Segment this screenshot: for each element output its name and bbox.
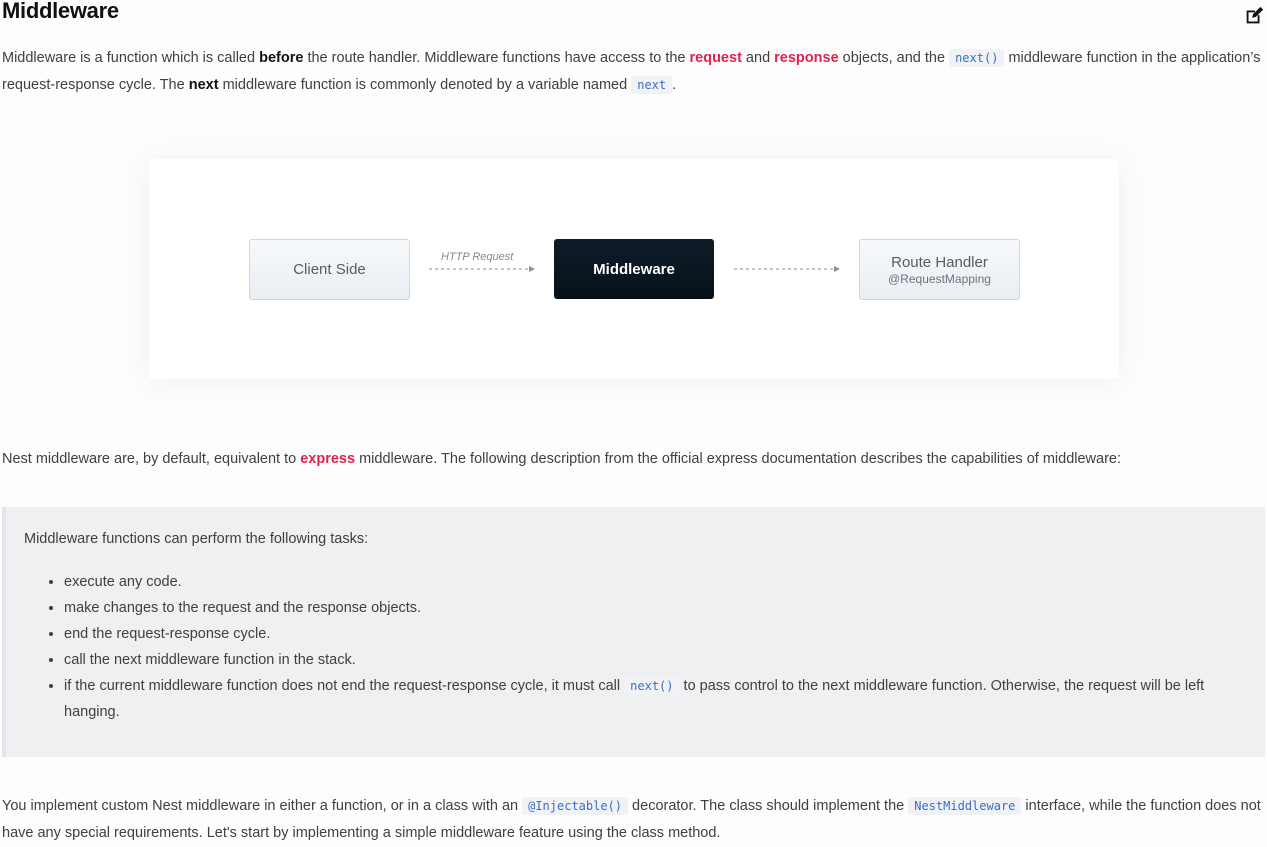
express-link[interactable]: express <box>300 451 355 467</box>
http-request-label: HTTP Request <box>441 251 514 263</box>
doc-page: Middleware Middleware is a function whic… <box>0 0 1267 843</box>
quote-lead: Middleware functions can perform the fol… <box>24 531 369 547</box>
inline-code-next: next <box>631 76 673 94</box>
text: if the current middleware function does … <box>64 678 625 694</box>
request-mapping-label: @RequestMapping <box>888 271 991 286</box>
list-item: execute any code. <box>64 569 1244 595</box>
custom-middleware-paragraph: You implement custom Nest middleware in … <box>2 793 1264 847</box>
response-link[interactable]: response <box>774 50 838 66</box>
text: You implement custom Nest middleware in … <box>2 798 523 814</box>
page-title: Middleware <box>2 0 119 23</box>
text: objects, and the <box>838 50 950 66</box>
inline-code-nest-middleware: NestMiddleware <box>908 797 1022 815</box>
bold-next: next <box>188 77 219 93</box>
request-link[interactable]: request <box>690 50 742 66</box>
route-handler-box: Route Handler @RequestMapping <box>859 239 1020 300</box>
text: middleware. The following description fr… <box>355 451 1121 467</box>
client-side-label: Client Side <box>293 261 366 278</box>
list-item: call the next middleware function in the… <box>64 647 1244 673</box>
text: and <box>741 50 775 66</box>
bold-before: before <box>259 50 304 66</box>
inline-code-next-fn: next() <box>624 677 680 695</box>
intro-paragraph: Middleware is a function which is called… <box>2 45 1264 99</box>
text: Middleware is a function which is called <box>2 50 260 66</box>
inline-code-injectable: @Injectable() <box>522 797 629 815</box>
text: the route handler. Middleware functions … <box>303 50 690 66</box>
middleware-label: Middleware <box>593 260 675 278</box>
text: decorator. The class should implement th… <box>628 798 909 814</box>
list-item: end the request-response cycle. <box>64 621 1244 647</box>
client-side-box: Client Side <box>249 239 410 300</box>
list-item: if the current middleware function does … <box>64 673 1244 725</box>
edit-icon[interactable] <box>1243 5 1265 27</box>
list-item: make changes to the request and the resp… <box>64 595 1244 621</box>
text: . <box>672 77 677 93</box>
middleware-diagram: Client Side HTTP Request Middleware Rout… <box>149 159 1119 379</box>
task-list: execute any code. make changes to the re… <box>24 569 1244 725</box>
middleware-box: Middleware <box>554 239 714 299</box>
route-handler-label: Route Handler <box>891 253 988 271</box>
text: middleware function is commonly denoted … <box>218 77 632 93</box>
express-paragraph: Nest middleware are, by default, equival… <box>2 446 1264 473</box>
text: Nest middleware are, by default, equival… <box>2 451 301 467</box>
blockquote: Middleware functions can perform the fol… <box>2 507 1265 757</box>
inline-code-next-fn: next() <box>949 49 1005 67</box>
